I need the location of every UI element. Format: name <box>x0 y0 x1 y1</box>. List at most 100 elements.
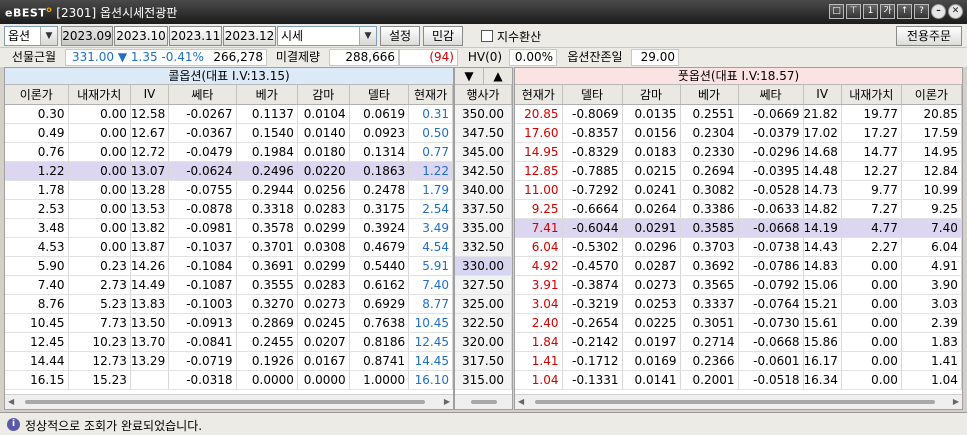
put-row[interactable]: 3.04 -0.3219 0.0253 0.3337 -0.0764 15.21 0.00 3… <box>515 294 962 314</box>
oi-label: 미결제량 <box>268 49 328 66</box>
call-cell: 0.76 <box>5 142 69 162</box>
call-row[interactable]: 1.22 0.00 13.07 -0.0624 0.2496 0.0220 0.1863 1.… <box>5 161 453 181</box>
strike-row[interactable]: 330.00 <box>455 256 512 276</box>
call-row[interactable]: 5.90 0.23 14.26 -0.1084 0.3691 0.0299 0.5440 5.… <box>5 256 453 276</box>
put-row[interactable]: 4.92 -0.4570 0.0287 0.3692 -0.0786 14.83 0.00 4… <box>515 256 962 276</box>
sort-up-icon[interactable]: ▲ <box>484 68 512 84</box>
restore-icon[interactable]: □ <box>829 4 844 19</box>
view-mode-select[interactable]: 시세 ▼ <box>277 26 377 46</box>
scrollbar-thumb[interactable] <box>25 400 425 404</box>
scroll-right-icon[interactable]: ▶ <box>953 397 959 406</box>
font-size-icon[interactable]: 가 <box>880 4 895 19</box>
call-row[interactable]: 7.40 2.73 14.49 -0.1087 0.3555 0.0283 0.6162 7.… <box>5 275 453 295</box>
strike-row[interactable]: 315.00 <box>455 370 512 390</box>
strike-row[interactable]: 325.00 <box>455 294 512 314</box>
scrollbar-thumb[interactable] <box>471 400 497 404</box>
strike-row[interactable]: 320.00 <box>455 332 512 352</box>
settings-button[interactable]: 설정 <box>380 26 420 46</box>
call-row[interactable]: 4.53 0.00 13.87 -0.1037 0.3701 0.0308 0.4679 4.… <box>5 237 453 257</box>
pin-icon[interactable]: ⊤ <box>846 4 861 19</box>
strike-row[interactable]: 345.00 <box>455 142 512 162</box>
put-header-cell[interactable]: 베가 <box>680 85 739 105</box>
call-header-cell[interactable]: 베가 <box>236 85 298 105</box>
put-row[interactable]: 2.40 -0.2654 0.0225 0.3051 -0.0730 15.61 0.00 2… <box>515 313 962 333</box>
chevron-down-icon[interactable]: ▼ <box>359 27 376 45</box>
call-horizontal-scrollbar[interactable]: ◀ ▶ <box>5 394 453 409</box>
strike-row[interactable]: 340.00 <box>455 180 512 200</box>
call-row[interactable]: 10.45 7.73 13.50 -0.0913 0.2869 0.0245 0.7638 1… <box>5 313 453 333</box>
call-row[interactable]: 16.15 15.23 -0.0318 0.0000 0.0000 1.0000 16.10 <box>5 370 453 390</box>
strike-row[interactable]: 347.50 <box>455 123 512 143</box>
put-row[interactable]: 6.04 -0.5302 0.0296 0.3703 -0.0738 14.43 2.27 6… <box>515 237 962 257</box>
put-header-cell[interactable]: 현재가 <box>515 85 563 105</box>
put-row[interactable]: 1.84 -0.2142 0.0197 0.2714 -0.0668 15.86 0.00 1… <box>515 332 962 352</box>
strike-row[interactable]: 337.50 <box>455 199 512 219</box>
put-cell: -0.0764 <box>738 294 804 314</box>
strike-row[interactable]: 317.50 <box>455 351 512 371</box>
put-row[interactable]: 17.60 -0.8357 0.0156 0.2304 -0.0379 17.02 17.2… <box>515 123 962 143</box>
index-convert-checkbox[interactable] <box>481 30 493 42</box>
call-header-cell[interactable]: 쎄타 <box>168 85 237 105</box>
strike-scrollbar[interactable] <box>455 394 512 409</box>
dedicated-order-button[interactable]: 전용주문 <box>896 26 962 46</box>
strike-row[interactable]: 327.50 <box>455 275 512 295</box>
month-button-1[interactable]: 2023.10 <box>114 26 168 46</box>
put-row[interactable]: 20.85 -0.8069 0.0135 0.2551 -0.0669 21.82 19.7… <box>515 104 962 124</box>
call-row[interactable]: 14.44 12.73 13.29 -0.0719 0.1926 0.0167 0.8741… <box>5 351 453 371</box>
put-header-cell[interactable]: 쎄타 <box>738 85 804 105</box>
put-header-cell[interactable]: 내재가치 <box>841 85 902 105</box>
month-button-0[interactable]: 2023.09 <box>61 26 113 46</box>
help-icon[interactable]: ? <box>914 4 929 19</box>
put-row[interactable]: 11.00 -0.7292 0.0241 0.3082 -0.0528 14.73 9.77… <box>515 180 962 200</box>
strike-row[interactable]: 332.50 <box>455 237 512 257</box>
scroll-right-icon[interactable]: ▶ <box>444 397 450 406</box>
put-row[interactable]: 7.41 -0.6044 0.0291 0.3585 -0.0668 14.19 4.77 7… <box>515 218 962 238</box>
call-row[interactable]: 3.48 0.00 13.82 -0.0981 0.3578 0.0299 0.3924 3.… <box>5 218 453 238</box>
put-row[interactable]: 14.95 -0.8329 0.0183 0.2330 -0.0296 14.68 14.7… <box>515 142 962 162</box>
call-header-cell[interactable]: IV <box>130 85 170 105</box>
call-cell: 0.3270 <box>236 294 298 314</box>
call-row[interactable]: 0.49 0.00 12.67 -0.0367 0.1540 0.0140 0.0923 0.… <box>5 123 453 143</box>
call-cell: 1.78 <box>5 180 69 200</box>
put-row[interactable]: 1.04 -0.1331 0.0141 0.2001 -0.0518 16.34 0.00 1… <box>515 370 962 390</box>
put-header-cell[interactable]: IV <box>803 85 842 105</box>
put-header-cell[interactable]: 이론가 <box>901 85 962 105</box>
sensitivity-button[interactable]: 민감 <box>423 26 463 46</box>
month-button-2[interactable]: 2023.11 <box>169 26 222 46</box>
put-cell: 14.82 <box>803 199 842 219</box>
put-row[interactable]: 9.25 -0.6664 0.0264 0.3386 -0.0633 14.82 7.27 9… <box>515 199 962 219</box>
call-header-cell[interactable]: 내재가치 <box>68 85 131 105</box>
call-row[interactable]: 1.78 0.00 13.28 -0.0755 0.2944 0.0256 0.2478 1.… <box>5 180 453 200</box>
put-row[interactable]: 12.85 -0.7885 0.0215 0.2694 -0.0395 14.48 12.2… <box>515 161 962 181</box>
strike-row[interactable]: 350.00 <box>455 104 512 124</box>
up-icon[interactable]: ↑ <box>897 4 912 19</box>
strike-row[interactable]: 335.00 <box>455 218 512 238</box>
minimize-icon[interactable]: – <box>931 4 946 19</box>
call-header-cell[interactable]: 현재가 <box>408 85 453 105</box>
scrollbar-thumb[interactable] <box>535 400 935 404</box>
chevron-down-icon[interactable]: ▼ <box>40 27 57 45</box>
scroll-left-icon[interactable]: ◀ <box>8 397 14 406</box>
scroll-left-icon[interactable]: ◀ <box>518 397 524 406</box>
month-button-3[interactable]: 2023.12 <box>223 26 276 46</box>
strike-row[interactable]: 322.50 <box>455 313 512 333</box>
sort-down-icon[interactable]: ▼ <box>455 68 484 84</box>
put-header-cell[interactable]: 델타 <box>562 85 623 105</box>
link-1-icon[interactable]: 1 <box>863 4 878 19</box>
call-row[interactable]: 0.30 0.00 12.58 -0.0267 0.1137 0.0104 0.0619 0.… <box>5 104 453 124</box>
call-row[interactable]: 0.76 0.00 12.72 -0.0479 0.1984 0.0180 0.1314 0.… <box>5 142 453 162</box>
put-horizontal-scrollbar[interactable]: ◀ ▶ <box>515 394 962 409</box>
call-row[interactable]: 8.76 5.23 13.83 -0.1003 0.3270 0.0273 0.6929 8.… <box>5 294 453 314</box>
call-row[interactable]: 12.45 10.23 13.70 -0.0841 0.2455 0.0207 0.8186… <box>5 332 453 352</box>
put-header-cell[interactable]: 감마 <box>622 85 681 105</box>
strike-row[interactable]: 342.50 <box>455 161 512 181</box>
call-header-cell[interactable]: 감마 <box>297 85 350 105</box>
call-row[interactable]: 2.53 0.00 13.53 -0.0878 0.3318 0.0283 0.3175 2.… <box>5 199 453 219</box>
put-row[interactable]: 3.91 -0.3874 0.0273 0.3565 -0.0792 15.06 0.00 3… <box>515 275 962 295</box>
call-header-cell[interactable]: 이론가 <box>5 85 69 105</box>
close-icon[interactable]: ✕ <box>948 4 963 19</box>
put-row[interactable]: 1.41 -0.1712 0.0169 0.2366 -0.0601 16.17 0.00 1… <box>515 351 962 371</box>
call-cell: 0.6162 <box>349 275 410 295</box>
call-header-cell[interactable]: 델타 <box>349 85 410 105</box>
option-type-select[interactable]: 옵션 ▼ <box>4 26 58 46</box>
